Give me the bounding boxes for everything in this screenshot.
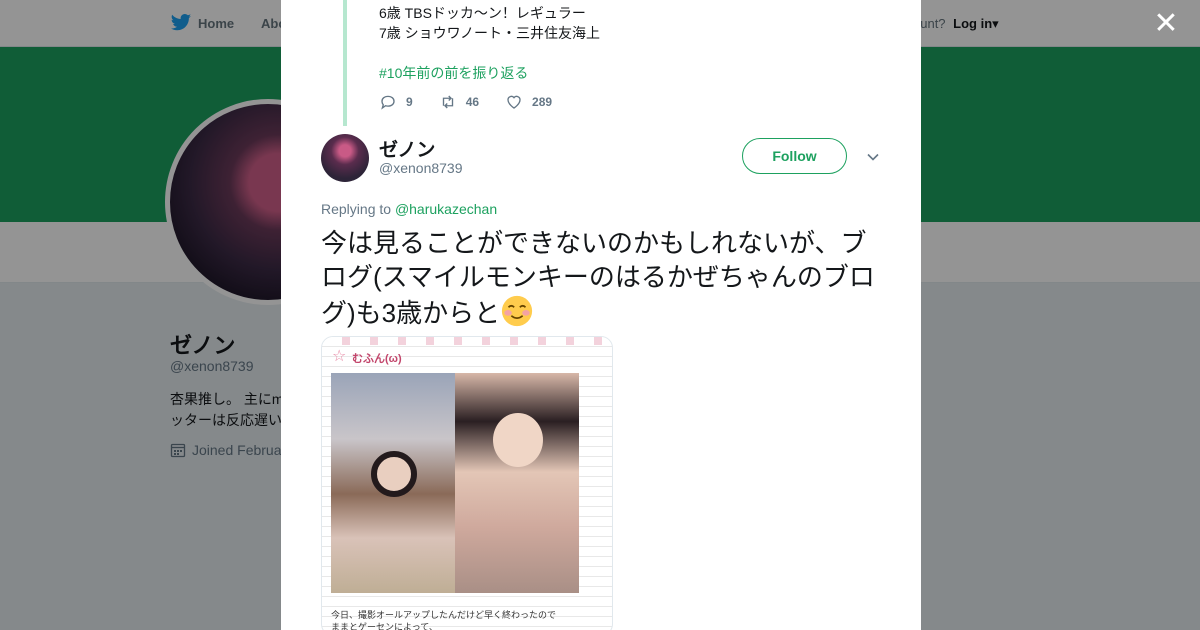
photo-right (455, 373, 579, 593)
retweet-icon (442, 95, 453, 109)
photo-face (371, 451, 417, 497)
tweet-text: 今は見ることができないのかもしれないが、ブログ(スマイルモンキーのはるかぜちゃん… (321, 226, 881, 330)
photo-left (331, 373, 455, 593)
chevron-down-icon[interactable] (865, 149, 881, 165)
retweet-button[interactable]: 46 (439, 93, 479, 111)
photo-face (493, 413, 543, 467)
like-button[interactable]: 289 (505, 93, 552, 111)
replying-to: Replying to @harukazechan (321, 201, 497, 217)
tweet-media-image[interactable]: ☆ むふん(ω) 今日、撮影オールアップしたんだけど早く終わったので ままとゲー… (321, 336, 613, 630)
prev-tweet-line: 7歳 ショウワノート・三井住友海上 (379, 25, 600, 41)
replying-prefix: Replying to (321, 201, 392, 217)
tweet-author-avatar[interactable] (321, 134, 369, 182)
hashtag-link[interactable]: #10年前の前を振り返る (379, 63, 528, 83)
tweet-author-name[interactable]: ゼノン (379, 135, 435, 162)
follow-label: Follow (772, 148, 817, 164)
retweet-count: 46 (465, 95, 480, 109)
tweet-author-handle[interactable]: @xenon8739 (379, 160, 463, 176)
close-icon[interactable]: ✕ (1152, 9, 1180, 39)
like-count: 289 (532, 95, 553, 109)
media-text: ままとゲーセンによって、 (331, 622, 438, 630)
follow-button[interactable]: Follow (742, 138, 847, 174)
smiling-face-emoji-icon (502, 295, 533, 327)
prev-tweet-line: 6歳 TBSドッカ〜ン！レギュラー (379, 5, 586, 21)
reply-icon (381, 95, 395, 110)
reply-button[interactable]: 9 (379, 93, 413, 111)
star-icon: ☆ (332, 348, 347, 365)
media-caption: むふん(ω) (352, 353, 402, 365)
tweet-actions: 9 46 289 (379, 93, 578, 111)
tweet-modal: 6歳 TBSドッカ〜ン！レギュラー 7歳 ショウワノート・三井住友海上 #10年… (281, 0, 921, 630)
replying-to-link[interactable]: @harukazechan (395, 201, 497, 217)
thread-connector (343, 0, 347, 126)
tweet-body: 今は見ることができないのかもしれないが、ブログ(スマイルモンキーのはるかぜちゃん… (321, 228, 875, 328)
media-border-decoration (322, 337, 612, 345)
heart-icon (507, 95, 521, 109)
reply-count: 9 (406, 95, 413, 109)
